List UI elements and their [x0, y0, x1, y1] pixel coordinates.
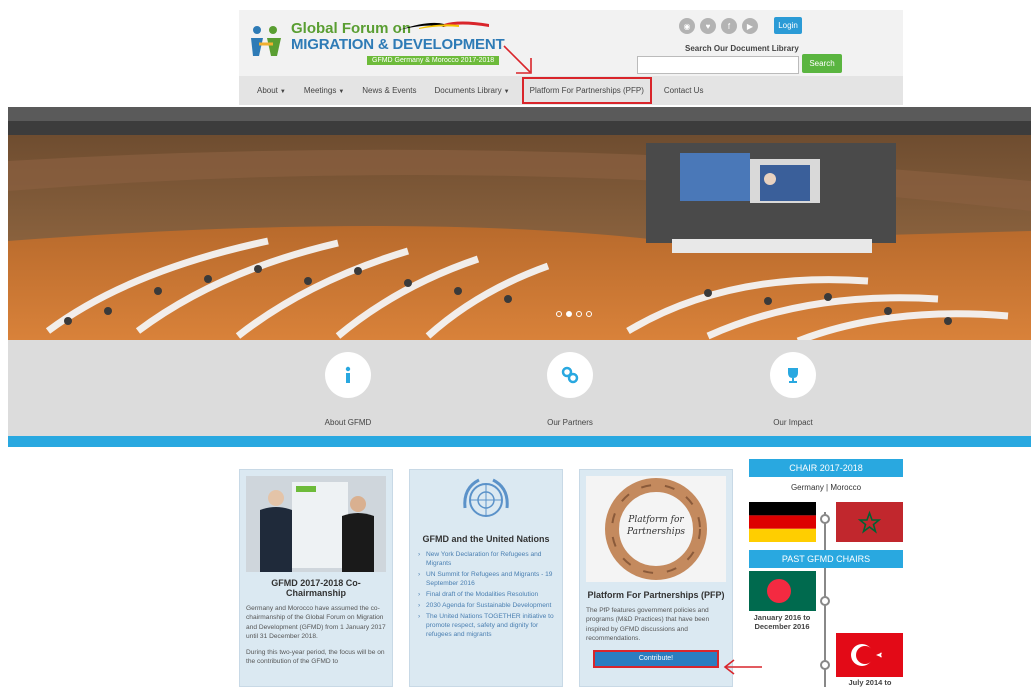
nav-pfp-label: Platform For Partnerships (PFP)	[529, 86, 644, 95]
carousel-dot[interactable]	[556, 311, 562, 317]
un-link[interactable]: The United Nations TOGETHER initiative t…	[418, 612, 554, 639]
trophy-icon	[770, 352, 816, 398]
germany-flag	[749, 502, 816, 542]
carousel-dots	[556, 311, 592, 317]
twitter-icon[interactable]: ♥	[700, 18, 716, 34]
hero-top-strip	[8, 107, 1031, 121]
accent-stripe	[8, 436, 1031, 447]
chair-current-names: Germany | Morocco	[790, 483, 862, 492]
timeline-dot	[820, 596, 830, 606]
carousel-dot[interactable]	[576, 311, 582, 317]
timeline-dot	[820, 514, 830, 524]
search-input[interactable]	[637, 56, 799, 74]
gfmd-homepage: Global Forum on MIGRATION & DEVELOPMENT …	[0, 0, 1031, 687]
social-links: ◉ ♥ f ▶	[679, 18, 758, 34]
nav-documents-label: Documents Library	[434, 86, 502, 95]
un-link[interactable]: 2030 Agenda for Sustainable Development	[418, 601, 554, 610]
rss-icon[interactable]: ◉	[679, 18, 695, 34]
card-gfmd-and-un: GFMD and the United Nations New York Dec…	[409, 469, 563, 687]
login-button[interactable]: Login	[774, 17, 802, 34]
feature-about-gfmd[interactable]: About GFMD	[288, 352, 408, 427]
card-title: GFMD 2017-2018 Co-Chairmanship	[271, 578, 361, 598]
morocco-flag	[836, 502, 903, 542]
logo-line2: MIGRATION & DEVELOPMENT	[291, 36, 505, 53]
card-platform-for-partnerships: Platform for Partnerships Platform For P…	[579, 469, 733, 687]
feature-our-partners[interactable]: Our Partners	[510, 352, 630, 427]
un-link[interactable]: UN Summit for Refugees and Migrants - 19…	[418, 570, 554, 588]
turkey-flag	[836, 633, 903, 677]
feature-label: About GFMD	[324, 418, 372, 427]
youtube-icon[interactable]: ▶	[742, 18, 758, 34]
feature-our-impact[interactable]: Our Impact	[733, 352, 853, 427]
nav-about[interactable]: About ▼	[257, 86, 286, 95]
contribute-button[interactable]: Contribute!	[593, 649, 719, 668]
nav-news-label: News & Events	[362, 86, 417, 95]
nav-news-events[interactable]: News & Events	[362, 86, 416, 95]
bangladesh-flag	[749, 571, 816, 611]
nav-meetings[interactable]: Meetings ▼	[304, 86, 344, 95]
logo-line1: Global Forum on	[291, 20, 411, 37]
un-link[interactable]: New York Declaration for Refugees and Mi…	[418, 550, 554, 568]
pfp-hands-image[interactable]: Platform for Partnerships	[586, 476, 726, 582]
timeline-dot	[820, 660, 830, 670]
pfp-image-caption: Platform for Partnerships	[626, 515, 686, 537]
feature-label: Our Impact	[773, 418, 813, 427]
co-chairs-photo[interactable]	[246, 476, 386, 572]
hero-carousel-image[interactable]	[8, 121, 1031, 341]
conference-hall-illustration	[8, 121, 1031, 341]
feature-label: Our Partners	[547, 418, 593, 427]
link-icon	[547, 352, 593, 398]
card-paragraph: The PfP features government policies and…	[586, 607, 710, 643]
logo-flag-swoosh	[399, 21, 489, 30]
chair-current-heading: CHAIR 2017-2018	[749, 459, 903, 477]
search-button[interactable]: Search	[802, 54, 842, 73]
nav-about-label: About	[257, 86, 278, 95]
search-label: Search Our Document Library	[685, 44, 799, 53]
annotation-arrow-icon	[723, 659, 762, 675]
info-icon	[325, 352, 371, 398]
carousel-dot[interactable]	[586, 311, 592, 317]
chevron-down-icon: ▼	[503, 89, 510, 95]
carousel-dot-active[interactable]	[566, 311, 572, 317]
nav-contact-us[interactable]: Contact Us	[664, 86, 704, 95]
un-emblem-icon	[463, 478, 509, 517]
gfmd-logo[interactable]: Global Forum on MIGRATION & DEVELOPMENT …	[249, 18, 505, 70]
card-title: Platform For Partnerships (PFP)	[587, 590, 725, 600]
past-chair-caption: July 2014 to	[848, 678, 892, 687]
main-nav: About ▼ Meetings ▼ News & Events Documents…	[239, 76, 903, 105]
chevron-down-icon: ▼	[338, 89, 345, 95]
past-chair-caption: January 2016 to December 2016	[753, 613, 811, 631]
card-paragraph: Germany and Morocco have assumed the co-…	[246, 605, 386, 641]
logo-subtitle: GFMD Germany & Morocco 2017-2018	[367, 56, 500, 65]
un-links-list: New York Declaration for Refugees and Mi…	[410, 550, 562, 639]
past-chairs-heading: PAST GFMD CHAIRS	[749, 550, 903, 568]
logo-people-icon	[251, 26, 281, 56]
nav-platform-for-partnerships[interactable]: Platform For Partnerships (PFP)	[521, 77, 652, 104]
nav-meetings-label: Meetings	[303, 86, 337, 95]
nav-contact-label: Contact Us	[663, 86, 704, 95]
chevron-down-icon: ▼	[279, 89, 286, 95]
un-link[interactable]: Final draft of the Modalities Resolution	[418, 590, 554, 599]
card-paragraph: During this two-year period, the focus w…	[246, 648, 385, 666]
facebook-icon[interactable]: f	[721, 18, 737, 34]
card-co-chairmanship: GFMD 2017-2018 Co-Chairmanship Germany a…	[239, 469, 393, 687]
annotation-arrow-icon	[503, 45, 532, 74]
site-header: Global Forum on MIGRATION & DEVELOPMENT …	[239, 10, 903, 76]
nav-documents-library[interactable]: Documents Library ▼	[435, 86, 510, 95]
card-title: GFMD and the United Nations	[422, 534, 550, 544]
